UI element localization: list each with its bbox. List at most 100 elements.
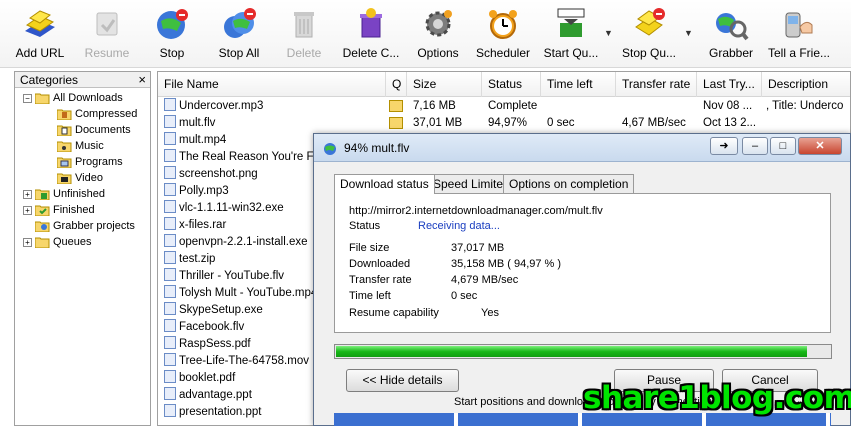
video-folder-icon bbox=[57, 173, 72, 185]
stop-queue-icon bbox=[635, 8, 665, 36]
file-name-text: presentation.ppt bbox=[179, 406, 262, 418]
tab-speed-limiter[interactable]: Speed Limiter bbox=[427, 174, 514, 193]
file-name-text: The Real Reason You're Flab bbox=[179, 151, 329, 163]
expand-icon[interactable]: + bbox=[23, 237, 32, 247]
options-button[interactable]: Options bbox=[410, 0, 466, 68]
tab-options-on-completion[interactable]: Options on completion bbox=[503, 174, 635, 193]
tree-item-grabber-projects[interactable]: Grabber projects bbox=[35, 218, 135, 234]
file-type-icon bbox=[164, 370, 176, 383]
expand-icon[interactable]: + bbox=[23, 189, 32, 199]
collapse-icon[interactable]: − bbox=[23, 93, 32, 103]
finished-folder-icon bbox=[35, 205, 50, 217]
tree-item-music[interactable]: Music bbox=[57, 138, 104, 154]
categories-close-icon[interactable]: × bbox=[138, 72, 146, 88]
programs-folder-icon bbox=[57, 157, 72, 169]
download-progress-bar bbox=[334, 344, 832, 359]
tree-item-video[interactable]: Video bbox=[57, 170, 103, 186]
tree-item-compressed[interactable]: Compressed bbox=[57, 106, 137, 122]
column-status[interactable]: Status bbox=[482, 72, 541, 97]
stop-button[interactable]: Stop bbox=[142, 0, 202, 68]
file-type-icon bbox=[164, 268, 176, 281]
table-row[interactable]: mult.flv 37,01 MB 94,97% 0 sec 4,67 MB/sec Oc… bbox=[158, 115, 850, 132]
stop-all-button[interactable]: Stop All bbox=[208, 0, 270, 68]
file-type-icon bbox=[164, 353, 176, 366]
time-left-label: Time left bbox=[349, 290, 391, 302]
file-type-icon bbox=[164, 217, 176, 230]
grabber-button[interactable]: Grabber bbox=[700, 0, 762, 68]
column-last-try[interactable]: Last Try... bbox=[697, 72, 762, 97]
close-button[interactable]: ✕ bbox=[798, 137, 842, 155]
tree-item-documents[interactable]: Documents bbox=[57, 122, 131, 138]
delete-button[interactable]: Delete bbox=[276, 0, 332, 68]
desc-cell: , Title: Underco bbox=[766, 100, 844, 112]
start-queue-button[interactable]: Start Qu... bbox=[540, 0, 602, 68]
file-name-text: openvpn-2.2.1-install.exe bbox=[179, 236, 308, 248]
add-url-icon bbox=[25, 10, 55, 37]
time-left-value: 0 sec bbox=[451, 290, 478, 302]
delete-icon bbox=[294, 12, 314, 38]
size-cell: 7,16 MB bbox=[413, 100, 456, 112]
column-queue[interactable]: Q bbox=[386, 72, 407, 97]
dialog-titlebar[interactable]: 94% mult.flv ➜ – □ ✕ bbox=[314, 134, 850, 162]
tab-download-status[interactable]: Download status bbox=[334, 174, 435, 194]
download-status-panel: http://mirror2.internetdownloadmanager.c… bbox=[334, 193, 831, 333]
column-file-name[interactable]: File Name bbox=[158, 72, 386, 97]
start-queue-dropdown-icon[interactable]: ▼ bbox=[604, 28, 613, 38]
tree-item-queues[interactable]: + Queues bbox=[23, 234, 92, 250]
start-queue-label: Start Qu... bbox=[543, 46, 599, 60]
scheduler-button[interactable]: Scheduler bbox=[472, 0, 534, 68]
minimize-icon: – bbox=[751, 140, 759, 152]
file-name-text: Undercover.mp3 bbox=[179, 100, 264, 112]
delete-completed-button[interactable]: Delete C... bbox=[338, 0, 404, 68]
stop-queue-button[interactable]: Stop Qu... bbox=[618, 0, 680, 68]
file-type-icon bbox=[164, 200, 176, 213]
send-to-tray-button[interactable]: ➜ bbox=[710, 137, 738, 155]
tell-a-friend-button[interactable]: Tell a Frie... bbox=[764, 0, 834, 68]
file-type-icon bbox=[164, 404, 176, 417]
minimize-button[interactable]: – bbox=[742, 137, 768, 155]
stop-all-icon bbox=[224, 8, 256, 38]
categories-header: Categories × bbox=[15, 72, 150, 88]
delete-label: Delete bbox=[286, 46, 322, 60]
last-try-cell: Nov 08 ... bbox=[703, 100, 753, 112]
toolbar: Add URL Resume Stop Stop All Delete Dele… bbox=[0, 0, 851, 68]
table-row[interactable]: Undercover.mp3 7,16 MB Complete Nov 08 ...,… bbox=[158, 98, 850, 115]
resume-capability-label: Resume capability bbox=[349, 307, 439, 319]
expand-icon[interactable]: + bbox=[23, 205, 32, 215]
queues-folder-icon bbox=[35, 237, 50, 249]
file-name-text: mult.flv bbox=[179, 117, 216, 129]
queue-folder-icon bbox=[389, 100, 403, 112]
tree-item-finished[interactable]: + Finished bbox=[23, 202, 95, 218]
column-time-left[interactable]: Time left bbox=[541, 72, 616, 97]
tell-a-friend-label: Tell a Frie... bbox=[767, 46, 830, 60]
last-try-cell: Oct 13 2... bbox=[703, 117, 757, 129]
file-name-text: booklet.pdf bbox=[179, 372, 236, 384]
resume-icon bbox=[96, 12, 118, 36]
resume-button[interactable]: Resume bbox=[78, 0, 136, 68]
file-type-icon bbox=[164, 98, 176, 111]
alarm-clock-icon bbox=[489, 10, 517, 39]
add-url-button[interactable]: Add URL bbox=[8, 0, 72, 68]
file-type-icon bbox=[164, 132, 176, 145]
watermark-text: share1blog.com bbox=[583, 380, 851, 416]
file-type-icon bbox=[164, 183, 176, 196]
file-name-text: test.zip bbox=[179, 253, 216, 265]
maximize-button[interactable]: □ bbox=[770, 137, 796, 155]
tell-a-friend-icon bbox=[785, 12, 813, 38]
hide-details-button[interactable]: << Hide details bbox=[346, 369, 459, 392]
column-transfer-rate[interactable]: Transfer rate bbox=[616, 72, 697, 97]
stop-all-label: Stop All bbox=[218, 46, 260, 60]
music-folder-icon bbox=[57, 141, 72, 153]
column-description[interactable]: Description bbox=[762, 72, 850, 97]
stop-queue-dropdown-icon[interactable]: ▼ bbox=[684, 28, 693, 38]
documents-folder-icon bbox=[57, 125, 72, 137]
size-cell: 37,01 MB bbox=[413, 117, 463, 129]
tree-item-unfinished[interactable]: + Unfinished bbox=[23, 186, 105, 202]
tree-item-all-downloads[interactable]: − All Downloads bbox=[23, 90, 123, 106]
maximize-icon: □ bbox=[779, 140, 787, 152]
downloaded-label: Downloaded bbox=[349, 258, 411, 270]
stop-label: Stop bbox=[159, 46, 185, 60]
tree-item-programs[interactable]: Programs bbox=[57, 154, 123, 170]
file-type-icon bbox=[164, 387, 176, 400]
column-size[interactable]: Size bbox=[407, 72, 482, 97]
